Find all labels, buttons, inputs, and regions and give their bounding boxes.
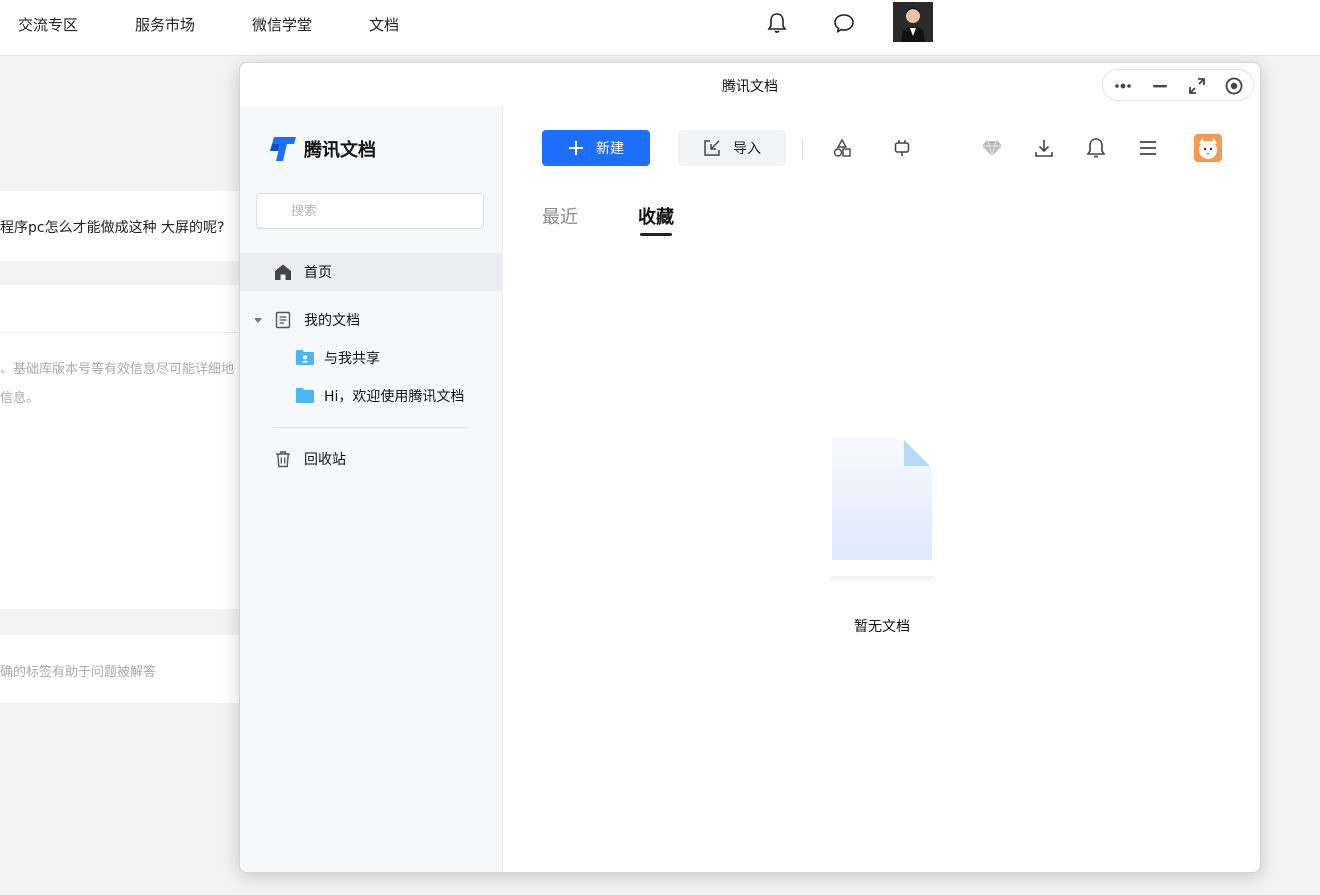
sidebar: 腾讯文档 首页 我的文档 与我共享 xyxy=(240,106,503,872)
document-icon xyxy=(274,311,292,329)
close-target-icon[interactable] xyxy=(1222,74,1246,98)
home-icon xyxy=(274,263,292,281)
empty-state-text: 暂无文档 xyxy=(854,619,910,635)
sidebar-item-label: 首页 xyxy=(304,265,332,281)
sidebar-item-my-docs[interactable]: 我的文档 xyxy=(240,301,503,339)
more-icon[interactable] xyxy=(1111,74,1135,98)
tag-hint: 确的标签有助于问题被解答 xyxy=(0,665,157,680)
plus-icon xyxy=(569,141,583,155)
sidebar-item-shared[interactable]: 与我共享 xyxy=(240,339,503,377)
sidebar-item-label: 我的文档 xyxy=(304,313,360,329)
import-button[interactable]: 导入 xyxy=(678,130,786,166)
question-text: 程序pc怎么才能做成这种 大屏的呢? xyxy=(0,220,225,236)
main-panel: 新建 导入 最近 收藏 暂无文档 xyxy=(504,106,1260,872)
nav-item-school[interactable]: 微信学堂 xyxy=(252,14,312,35)
import-icon xyxy=(704,140,720,156)
nav-item-docs[interactable]: 文档 xyxy=(369,14,399,35)
sidebar-divider xyxy=(274,427,468,428)
message-bubble-icon[interactable] xyxy=(833,12,855,34)
download-icon[interactable] xyxy=(1032,136,1056,160)
diamond-vip-icon[interactable] xyxy=(980,136,1004,160)
search-input[interactable] xyxy=(256,193,484,229)
notification-icon[interactable] xyxy=(1084,136,1108,160)
sidebar-item-trash[interactable]: 回收站 xyxy=(240,440,503,478)
sidebar-item-label: Hi，欢迎使用腾讯文档 xyxy=(324,389,465,405)
title-bar: 腾讯文档 xyxy=(240,63,1260,106)
plugin-icon[interactable] xyxy=(890,136,914,160)
notification-bell-icon[interactable] xyxy=(767,12,787,34)
caret-down-icon[interactable] xyxy=(252,311,264,329)
tencent-docs-logo-icon xyxy=(270,137,296,161)
description-card: 、基础库版本号等有效信息尽可能详细地 信息。 xyxy=(0,285,239,609)
tab-favorites[interactable]: 收藏 xyxy=(638,203,674,229)
description-hint-1: 、基础库版本号等有效信息尽可能详细地 xyxy=(0,362,235,377)
active-tab-indicator xyxy=(640,233,672,236)
toolbar-separator xyxy=(802,138,803,160)
account-avatar[interactable] xyxy=(1194,134,1222,162)
folder-icon xyxy=(296,387,314,405)
logo-text: 腾讯文档 xyxy=(304,140,376,161)
menu-icon[interactable] xyxy=(1136,136,1160,160)
templates-icon[interactable] xyxy=(830,136,854,160)
sidebar-item-label: 回收站 xyxy=(304,452,346,468)
trash-icon xyxy=(274,450,292,468)
tag-card: 确的标签有助于问题被解答 xyxy=(0,635,239,703)
new-button-label: 新建 xyxy=(596,141,624,157)
site-top-nav: 交流专区 服务市场 微信学堂 文档 xyxy=(0,0,1320,56)
sidebar-item-label: 与我共享 xyxy=(324,351,380,367)
user-avatar[interactable] xyxy=(893,2,933,42)
nav-item-market[interactable]: 服务市场 xyxy=(135,14,195,35)
description-hint-2: 信息。 xyxy=(0,391,40,406)
window-controls xyxy=(1102,69,1254,101)
app-logo[interactable]: 腾讯文档 xyxy=(270,134,376,164)
tencent-docs-window: 腾讯文档 腾讯文档 搜索 首页 我的文档 与我共享 Hi，欢迎使用腾讯文档 回收… xyxy=(239,62,1261,873)
question-card: 程序pc怎么才能做成这种 大屏的呢? xyxy=(0,191,239,261)
restore-icon[interactable] xyxy=(1185,74,1209,98)
sidebar-item-welcome[interactable]: Hi，欢迎使用腾讯文档 xyxy=(240,377,503,415)
minimize-icon[interactable] xyxy=(1148,74,1172,98)
shared-folder-icon xyxy=(296,349,314,367)
new-button[interactable]: 新建 xyxy=(542,130,650,166)
import-button-label: 导入 xyxy=(733,141,761,157)
empty-document-icon xyxy=(830,438,936,584)
tab-recent[interactable]: 最近 xyxy=(542,203,578,229)
sidebar-item-home[interactable]: 首页 xyxy=(240,253,503,291)
nav-item-exchange[interactable]: 交流专区 xyxy=(18,14,78,35)
